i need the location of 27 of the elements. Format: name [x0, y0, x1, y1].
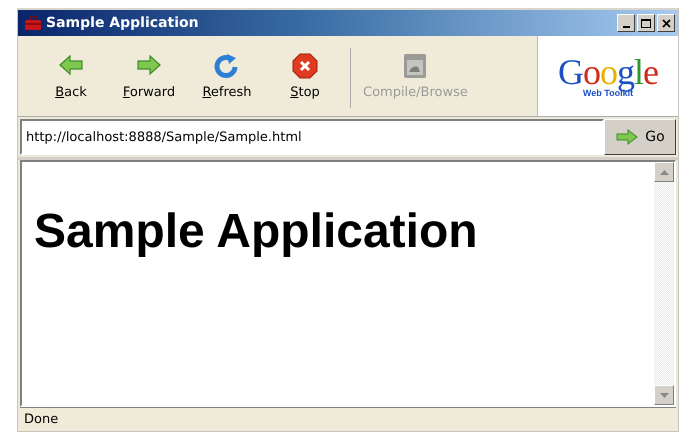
arrow-icon — [615, 128, 640, 146]
forward-button[interactable]: Forward — [116, 36, 182, 116]
back-button[interactable]: Back — [38, 36, 104, 116]
scroll-down-button[interactable] — [654, 385, 674, 405]
refresh-icon — [214, 52, 240, 78]
down-triangle-icon — [660, 392, 668, 398]
go-button[interactable]: Go — [604, 119, 676, 155]
logo-caption: Web Toolkit — [582, 88, 634, 98]
logo-wordmark: Google — [558, 54, 658, 90]
up-triangle-icon — [660, 170, 668, 174]
maximize-button[interactable] — [637, 14, 655, 32]
stop-icon — [292, 52, 318, 78]
close-button[interactable] — [657, 14, 675, 32]
page-heading: Sample Application — [34, 204, 479, 259]
stop-button[interactable]: Stop — [272, 36, 338, 116]
status-text: Done — [24, 412, 58, 426]
toolbox-icon — [24, 15, 42, 31]
close-icon — [662, 18, 670, 28]
minimize-icon — [622, 26, 630, 28]
minimize-button[interactable] — [617, 14, 635, 32]
refresh-button[interactable]: Refresh — [194, 36, 260, 116]
window-title: Sample Application — [46, 15, 200, 31]
scroll-up-button[interactable] — [654, 162, 674, 182]
scrollbar[interactable] — [654, 162, 674, 405]
address-field[interactable]: http://localhost:8888/Sample/Sample.html — [20, 119, 604, 155]
window-icon — [402, 52, 428, 78]
maximize-icon — [641, 18, 651, 28]
